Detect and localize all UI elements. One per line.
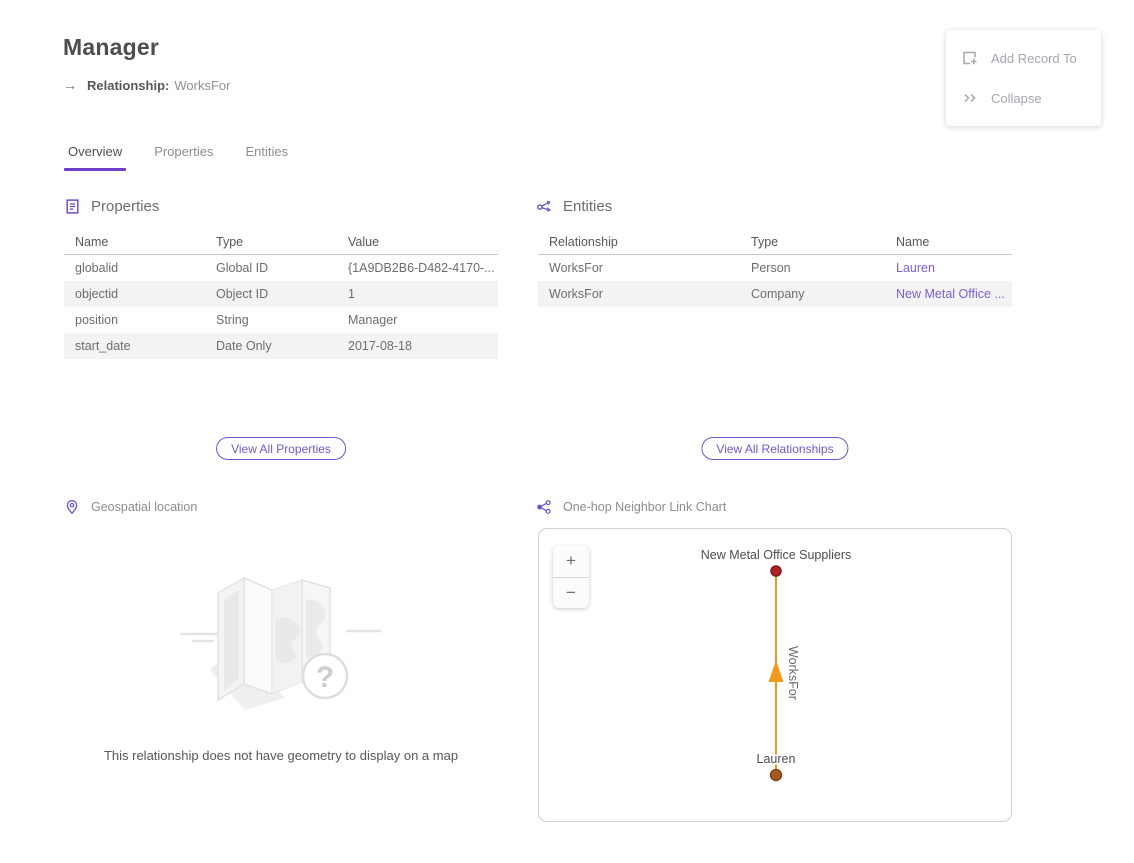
property-value: Manager bbox=[337, 313, 498, 327]
relationship-label: Relationship: bbox=[87, 78, 169, 93]
view-all-relationships-button[interactable]: View All Relationships bbox=[701, 437, 848, 460]
entity-type: Company bbox=[740, 287, 885, 301]
entity-relationship: WorksFor bbox=[538, 261, 740, 275]
entities-table: Relationship Type Name WorksFor Person L… bbox=[538, 230, 1012, 307]
menu-item-label: Collapse bbox=[991, 91, 1042, 106]
table-row: globalid Global ID {1A9DB2B6-D482-4170-.… bbox=[64, 255, 498, 281]
entity-relationship: WorksFor bbox=[538, 287, 740, 301]
person-node[interactable] bbox=[771, 770, 782, 781]
entity-name-link[interactable]: New Metal Office ... bbox=[896, 287, 1005, 301]
table-row: start_date Date Only 2017-08-18 bbox=[64, 333, 498, 359]
property-type: String bbox=[205, 313, 337, 327]
table-row: WorksFor Person Lauren bbox=[538, 255, 1012, 281]
link-chart-graph: New Metal Office Suppliers WorksFor Laur… bbox=[539, 529, 1011, 821]
column-header: Type bbox=[205, 235, 337, 249]
bottom-node-label: Lauren bbox=[757, 752, 796, 766]
entities-table-header: Relationship Type Name bbox=[538, 230, 1012, 255]
right-arrow-icon: → bbox=[63, 77, 77, 93]
no-geometry-message: This relationship does not have geometry… bbox=[64, 748, 498, 763]
table-row: objectid Object ID 1 bbox=[64, 281, 498, 307]
link-chart-icon bbox=[536, 499, 552, 515]
property-value: 2017-08-18 bbox=[337, 339, 498, 353]
collapse-icon bbox=[961, 89, 979, 107]
top-node-label: New Metal Office Suppliers bbox=[701, 548, 852, 562]
column-header: Value bbox=[337, 235, 498, 249]
property-name: globalid bbox=[64, 261, 205, 275]
svg-text:?: ? bbox=[316, 661, 334, 694]
property-name: position bbox=[64, 313, 205, 327]
zoom-control: + − bbox=[553, 546, 589, 608]
menu-item-add-record-to[interactable]: Add Record To bbox=[946, 38, 1101, 78]
tab-bar: Overview Properties Entities bbox=[64, 142, 316, 171]
menu-item-label: Add Record To bbox=[991, 51, 1077, 66]
properties-table: Name Type Value globalid Global ID {1A9D… bbox=[64, 230, 498, 359]
property-type: Object ID bbox=[205, 287, 337, 301]
entity-name-link[interactable]: Lauren bbox=[896, 261, 935, 275]
tab-overview[interactable]: Overview bbox=[64, 142, 126, 171]
table-row: WorksFor Company New Metal Office ... bbox=[538, 281, 1012, 307]
geospatial-section-title: Geospatial location bbox=[91, 500, 197, 514]
tab-properties[interactable]: Properties bbox=[150, 142, 217, 171]
menu-item-collapse[interactable]: Collapse bbox=[946, 78, 1101, 118]
property-type: Global ID bbox=[205, 261, 337, 275]
property-value: 1 bbox=[337, 287, 498, 301]
property-name: start_date bbox=[64, 339, 205, 353]
property-value: {1A9DB2B6-D482-4170-... bbox=[337, 261, 498, 275]
column-header: Relationship bbox=[538, 235, 740, 249]
link-chart-section-heading: One-hop Neighbor Link Chart bbox=[536, 499, 726, 515]
properties-section-heading: Properties bbox=[64, 198, 159, 215]
column-header: Name bbox=[885, 235, 1012, 249]
column-header: Name bbox=[64, 235, 205, 249]
geospatial-section-heading: Geospatial location bbox=[64, 499, 197, 515]
column-header: Type bbox=[740, 235, 885, 249]
company-node[interactable] bbox=[771, 566, 781, 576]
link-chart-panel: + − New Metal Office Suppliers WorksFor … bbox=[538, 528, 1012, 822]
property-type: Date Only bbox=[205, 339, 337, 353]
entities-section-title: Entities bbox=[563, 198, 612, 215]
properties-section-title: Properties bbox=[91, 198, 159, 215]
entities-section-heading: Entities bbox=[536, 198, 612, 215]
view-all-properties-button[interactable]: View All Properties bbox=[216, 437, 346, 460]
zoom-in-button[interactable]: + bbox=[553, 546, 589, 578]
add-record-icon bbox=[961, 49, 979, 67]
map-pin-icon bbox=[64, 499, 80, 515]
edge-arrow-up bbox=[769, 660, 784, 682]
edge-label: WorksFor bbox=[786, 646, 800, 700]
properties-table-header: Name Type Value bbox=[64, 230, 498, 255]
table-row: position String Manager bbox=[64, 307, 498, 333]
tab-entities[interactable]: Entities bbox=[241, 142, 292, 171]
map-placeholder-illustration: ? bbox=[150, 560, 412, 725]
actions-menu: Add Record To Collapse bbox=[946, 30, 1101, 126]
zoom-out-button[interactable]: − bbox=[553, 578, 589, 609]
link-chart-section-title: One-hop Neighbor Link Chart bbox=[563, 500, 726, 514]
page-title: Manager bbox=[63, 34, 159, 61]
property-name: objectid bbox=[64, 287, 205, 301]
entities-icon bbox=[536, 198, 553, 215]
relationship-value: WorksFor bbox=[174, 78, 230, 93]
properties-icon bbox=[64, 198, 81, 215]
record-detail-page: Manager → Relationship: WorksFor Add Rec… bbox=[0, 0, 1134, 863]
breadcrumb: → Relationship: WorksFor bbox=[63, 77, 230, 93]
entity-type: Person bbox=[740, 261, 885, 275]
